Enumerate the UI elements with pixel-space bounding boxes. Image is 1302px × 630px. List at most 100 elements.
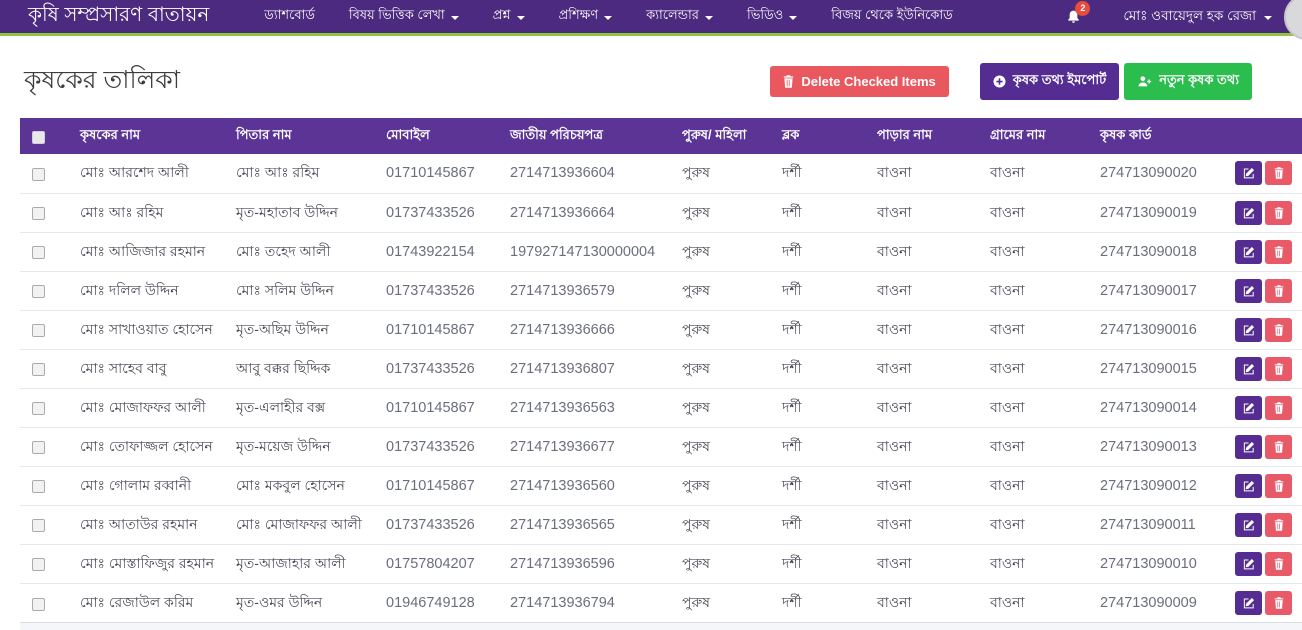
national-id: 2714713936579 — [498, 271, 670, 310]
row-checkbox[interactable] — [32, 480, 45, 493]
edit-button[interactable] — [1235, 435, 1262, 459]
row-checkbox[interactable] — [32, 207, 45, 220]
row-checkbox[interactable] — [32, 324, 45, 337]
nav-item[interactable]: প্রশ্ন — [476, 6, 542, 27]
farmer-name: মোঃ সাহেব বাবু — [68, 349, 224, 388]
nav-item[interactable]: বিষয় ভিত্তিক লেখা — [332, 6, 476, 27]
edit-button[interactable] — [1235, 357, 1262, 381]
para-name: বাওনা — [865, 193, 978, 232]
edit-button[interactable] — [1235, 591, 1262, 615]
table-row: মোঃ আজিজার রহমান মোঃ তহেদ আলী 0174392215… — [20, 232, 1302, 271]
gender: পুরুষ — [670, 349, 770, 388]
delete-button[interactable] — [1265, 513, 1292, 537]
gender: পুরুষ — [670, 505, 770, 544]
brand-logo[interactable]: কৃষি সম্প্রসারণ বাতায়ন — [28, 0, 209, 33]
delete-button[interactable] — [1265, 435, 1292, 459]
delete-button[interactable] — [1265, 474, 1292, 498]
delete-button[interactable] — [1265, 318, 1292, 342]
farmer-card-number: 274713090019 — [1088, 193, 1223, 232]
delete-button[interactable] — [1265, 396, 1292, 420]
block-name: দর্শী — [770, 154, 865, 193]
delete-button[interactable] — [1265, 357, 1292, 381]
delete-button[interactable] — [1265, 279, 1292, 303]
column-header: জাতীয় পরিচয়পত্র — [498, 118, 670, 154]
user-menu[interactable]: মোঃ ওবায়েদুল হক রেজা — [1123, 5, 1272, 28]
row-checkbox[interactable] — [32, 402, 45, 415]
row-checkbox[interactable] — [32, 519, 45, 532]
father-name: মৃত-ওমর উদ্দিন — [224, 583, 374, 622]
column-header: পিতার নাম — [224, 118, 374, 154]
nav-right: 2 মোঃ ওবায়েদুল হক রেজা — [1066, 0, 1302, 40]
nav-item[interactable]: ড্যাশবোর্ড — [247, 6, 332, 27]
actions-header — [1223, 118, 1302, 154]
nav-item[interactable]: বিজয় থেকে ইউনিকোড — [814, 6, 970, 27]
block-name: দর্শী — [770, 583, 865, 622]
edit-button[interactable] — [1235, 279, 1262, 303]
row-checkbox[interactable] — [32, 558, 45, 571]
row-checkbox[interactable] — [32, 285, 45, 298]
para-name: বাওনা — [865, 505, 978, 544]
mobile-number: 01710145867 — [374, 154, 498, 193]
village-name: বাওনা — [978, 271, 1088, 310]
edit-button[interactable] — [1235, 318, 1262, 342]
delete-button[interactable] — [1265, 161, 1292, 185]
farmer-card-number: 274713090020 — [1088, 154, 1223, 193]
block-name: দর্শী — [770, 466, 865, 505]
nav-item[interactable]: ক্যালেন্ডার — [629, 6, 730, 27]
delete-button[interactable] — [1265, 240, 1292, 264]
edit-button[interactable] — [1235, 396, 1262, 420]
row-checkbox[interactable] — [32, 363, 45, 376]
table-row: মোঃ আতাউর রহমান মোঃ মোজাফফর আলী 01737433… — [20, 505, 1302, 544]
select-all-checkbox[interactable] — [32, 131, 45, 144]
edit-button[interactable] — [1235, 161, 1262, 185]
mobile-number: 01710145867 — [374, 310, 498, 349]
row-checkbox[interactable] — [32, 246, 45, 259]
chevron-down-icon — [705, 16, 713, 20]
row-checkbox[interactable] — [32, 598, 45, 611]
village-name: বাওনা — [978, 310, 1088, 349]
nav-item[interactable]: ভিডিও — [730, 6, 814, 27]
delete-button[interactable] — [1265, 591, 1292, 615]
mobile-number: 01737433526 — [374, 349, 498, 388]
village-name: বাওনা — [978, 427, 1088, 466]
edit-button[interactable] — [1235, 201, 1262, 225]
mobile-number: 01757804207 — [374, 544, 498, 583]
farmer-name: মোঃ আরশেদ আলী — [68, 154, 224, 193]
import-farmer-button[interactable]: কৃষক তথ্য ইমপোর্ট — [980, 63, 1119, 100]
father-name: মৃত-অছিম উদ্দিন — [224, 310, 374, 349]
chevron-down-icon — [1264, 16, 1272, 20]
table-row: মোঃ তোফাজ্জল হোসেন মৃত-ময়েজ উদ্দিন 0173… — [20, 427, 1302, 466]
edit-button[interactable] — [1235, 240, 1262, 264]
delete-checked-button[interactable]: Delete Checked Items — [770, 66, 948, 97]
village-name: বাওনা — [978, 232, 1088, 271]
table-row: মোঃ দলিল উদ্দিন মোঃ সলিম উদ্দিন 01737433… — [20, 271, 1302, 310]
mobile-number: 01710145867 — [374, 388, 498, 427]
column-header: ব্লক — [770, 118, 865, 154]
block-name: দর্শী — [770, 232, 865, 271]
father-name: মোঃ সলিম উদ্দিন — [224, 271, 374, 310]
row-checkbox[interactable] — [32, 441, 45, 454]
national-id: 2714713936596 — [498, 544, 670, 583]
delete-button[interactable] — [1265, 552, 1292, 576]
new-farmer-button[interactable]: নতুন কৃষক তথ্য — [1124, 63, 1252, 100]
father-name: আবু বক্কর ছিদ্দিক — [224, 349, 374, 388]
gender: পুরুষ — [670, 427, 770, 466]
farmer-card-number: 274713090014 — [1088, 388, 1223, 427]
column-header: পাড়ার নাম — [865, 118, 978, 154]
edit-button[interactable] — [1235, 513, 1262, 537]
delete-button[interactable] — [1265, 201, 1292, 225]
farmer-card-number: 274713090018 — [1088, 232, 1223, 271]
edit-button[interactable] — [1235, 552, 1262, 576]
edit-button[interactable] — [1235, 474, 1262, 498]
column-header: গ্রামের নাম — [978, 118, 1088, 154]
notifications-button[interactable]: 2 — [1066, 9, 1081, 25]
row-checkbox[interactable] — [32, 168, 45, 181]
user-avatar[interactable] — [1284, 0, 1302, 40]
chevron-down-icon — [789, 16, 797, 20]
notification-badge: 2 — [1075, 1, 1090, 16]
nav-item[interactable]: প্রশিক্ষণ — [542, 6, 630, 27]
para-name: বাওনা — [865, 466, 978, 505]
father-name: মোঃ তহেদ আলী — [224, 232, 374, 271]
block-name: দর্শী — [770, 310, 865, 349]
national-id: 2714713936666 — [498, 310, 670, 349]
